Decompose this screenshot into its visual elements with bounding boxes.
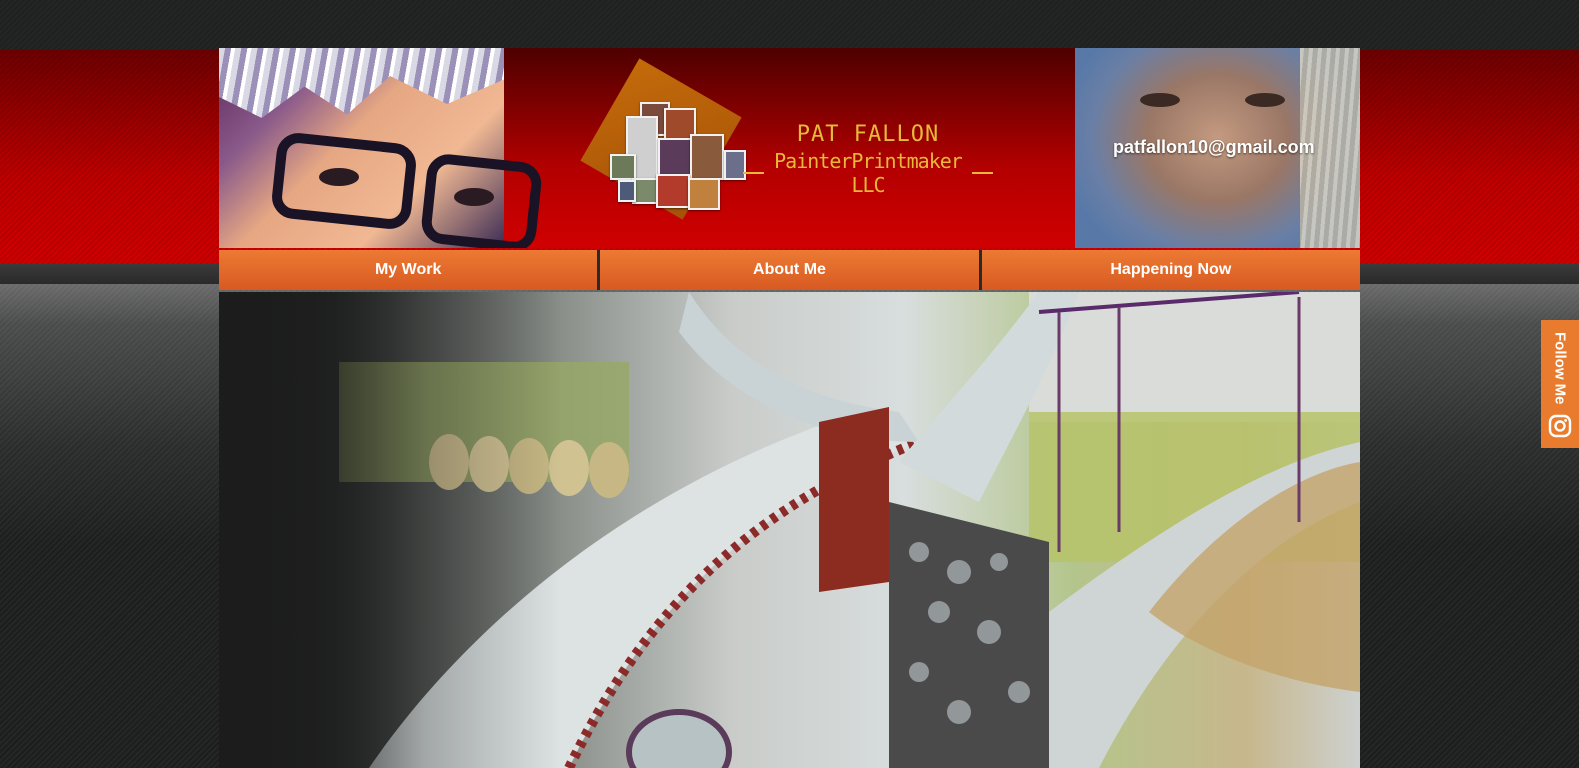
main-nav: My Work About Me Happening Now: [219, 250, 1360, 290]
nav-item-about-me[interactable]: About Me: [600, 250, 979, 290]
site-header: PAT FALLON PainterPrintmaker LLC patfall…: [219, 48, 1360, 248]
hero-painting: [219, 292, 1360, 768]
site-logo[interactable]: PAT FALLON PainterPrintmaker LLC: [743, 122, 993, 197]
nav-item-happening-now[interactable]: Happening Now: [981, 250, 1360, 290]
logo-name: PAT FALLON: [796, 122, 940, 147]
email-link[interactable]: patfallon10@gmail.com: [1113, 137, 1315, 158]
follow-me-label: Follow Me: [1551, 331, 1569, 405]
follow-me-tab[interactable]: Follow Me: [1541, 320, 1579, 448]
nav-item-my-work[interactable]: My Work: [219, 250, 598, 290]
top-background-band: [0, 0, 1579, 50]
instagram-icon: [1548, 414, 1572, 438]
left-portrait-image: [219, 48, 544, 248]
logo-collage: [602, 98, 746, 210]
logo-subtitle: PainterPrintmaker LLC: [774, 149, 963, 197]
